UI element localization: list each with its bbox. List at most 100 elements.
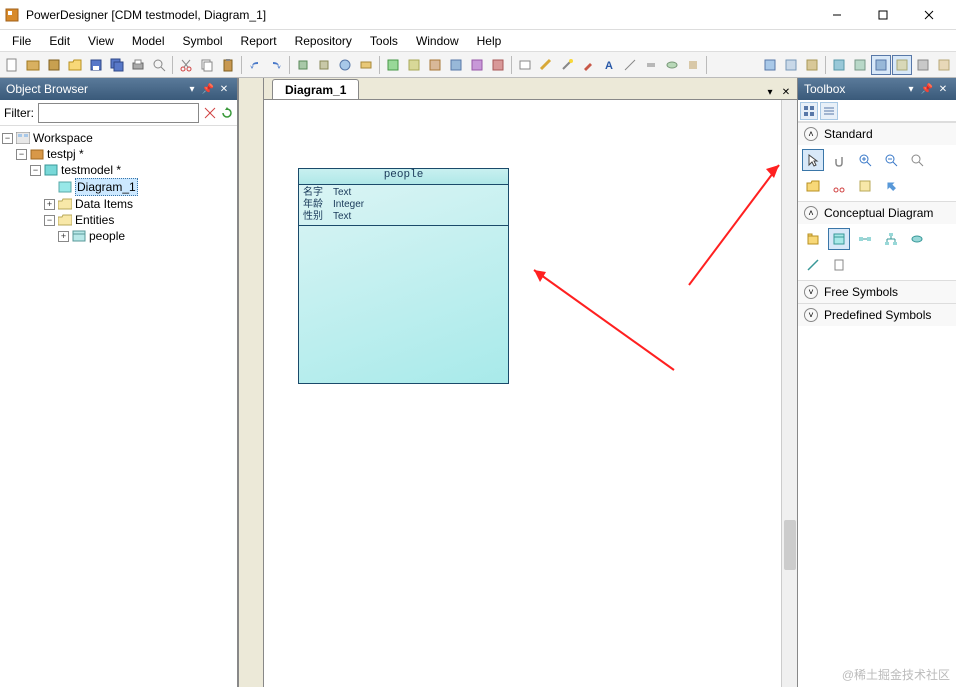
scroll-handle[interactable] (784, 520, 796, 570)
brush-icon[interactable] (578, 55, 598, 75)
zoom-fit-icon[interactable] (906, 149, 928, 171)
right9-icon[interactable] (934, 55, 954, 75)
cut-icon[interactable] (176, 55, 196, 75)
tab-close-icon[interactable]: ✕ (779, 85, 793, 99)
save-all-icon[interactable] (107, 55, 127, 75)
misc3-icon[interactable] (683, 55, 703, 75)
right7-icon[interactable] (892, 55, 912, 75)
paste-icon[interactable] (218, 55, 238, 75)
tool-icon[interactable] (293, 55, 313, 75)
group2-icon[interactable] (404, 55, 424, 75)
print-icon[interactable] (128, 55, 148, 75)
minimize-button[interactable] (814, 0, 860, 30)
toolbox-conceptual-header[interactable]: ˄ Conceptual Diagram (798, 202, 956, 224)
file-tool-icon[interactable] (828, 254, 850, 276)
clear-filter-icon[interactable] (203, 104, 216, 122)
zoom-out-icon[interactable] (880, 149, 902, 171)
right5-icon[interactable] (850, 55, 870, 75)
misc2-icon[interactable] (662, 55, 682, 75)
menu-tools[interactable]: Tools (362, 32, 406, 50)
open-icon[interactable] (65, 55, 85, 75)
group5-icon[interactable] (467, 55, 487, 75)
pin-icon[interactable]: 📌 (920, 82, 934, 96)
toolbox-predefined-header[interactable]: ˅ Predefined Symbols (798, 304, 956, 326)
tab-diagram-1[interactable]: Diagram_1 (272, 79, 359, 99)
tree-project[interactable]: − testpj * (2, 146, 235, 162)
right6-icon[interactable] (871, 55, 891, 75)
filter-input[interactable] (38, 103, 199, 123)
line-icon[interactable] (620, 55, 640, 75)
tree-model[interactable]: − testmodel * (2, 162, 235, 178)
toolbox-standard-header[interactable]: ˄ Standard (798, 123, 956, 145)
splitter-left[interactable] (238, 78, 264, 687)
maximize-button[interactable] (860, 0, 906, 30)
package-tool-icon[interactable] (802, 228, 824, 250)
menu-report[interactable]: Report (233, 32, 285, 50)
group4-icon[interactable] (446, 55, 466, 75)
close-button[interactable] (906, 0, 952, 30)
save-icon[interactable] (86, 55, 106, 75)
tree-entities[interactable]: − Entities (2, 212, 235, 228)
menu-help[interactable]: Help (469, 32, 510, 50)
pointer-tool-icon[interactable] (802, 149, 824, 171)
canvas-scrollbar[interactable] (781, 100, 797, 687)
tool2-icon[interactable] (314, 55, 334, 75)
toolbox-free-header[interactable]: ˅ Free Symbols (798, 281, 956, 303)
close-panel-icon[interactable]: ✕ (936, 82, 950, 96)
relationship-tool-icon[interactable] (854, 228, 876, 250)
grab-tool-icon[interactable] (828, 149, 850, 171)
open-file-icon[interactable] (802, 175, 824, 197)
link-tool-icon[interactable] (802, 254, 824, 276)
cut-tool-icon[interactable] (828, 175, 850, 197)
new-icon[interactable] (2, 55, 22, 75)
misc1-icon[interactable] (641, 55, 661, 75)
tool3-icon[interactable] (335, 55, 355, 75)
expand-icon[interactable] (880, 175, 902, 197)
wand-icon[interactable] (557, 55, 577, 75)
menu-edit[interactable]: Edit (41, 32, 78, 50)
zoom-in-icon[interactable] (854, 149, 876, 171)
menu-view[interactable]: View (80, 32, 122, 50)
right3-icon[interactable] (802, 55, 822, 75)
edit1-icon[interactable] (515, 55, 535, 75)
tree-diagram[interactable]: Diagram_1 (2, 178, 235, 196)
tab-menu-icon[interactable]: ▾ (763, 85, 777, 99)
association-tool-icon[interactable] (906, 228, 928, 250)
diagram-canvas[interactable]: people 名字Text 年龄Integer 性别Text (264, 100, 797, 687)
dropdown-icon[interactable]: ▾ (904, 82, 918, 96)
menu-symbol[interactable]: Symbol (175, 32, 231, 50)
group3-icon[interactable] (425, 55, 445, 75)
pin-icon[interactable]: 📌 (201, 82, 215, 96)
properties-icon[interactable] (854, 175, 876, 197)
inheritance-tool-icon[interactable] (880, 228, 902, 250)
undo-icon[interactable] (245, 55, 265, 75)
menu-repository[interactable]: Repository (287, 32, 360, 50)
copy-icon[interactable] (197, 55, 217, 75)
group6-icon[interactable] (488, 55, 508, 75)
entity-people-box[interactable]: people 名字Text 年龄Integer 性别Text (298, 168, 509, 384)
tool4-icon[interactable] (356, 55, 376, 75)
menu-model[interactable]: Model (124, 32, 173, 50)
right4-icon[interactable] (829, 55, 849, 75)
tree-data-items[interactable]: + Data Items (2, 196, 235, 212)
edit2-icon[interactable] (536, 55, 556, 75)
entity-tool-icon[interactable] (828, 228, 850, 250)
new-model-icon[interactable] (44, 55, 64, 75)
dropdown-icon[interactable]: ▾ (185, 82, 199, 96)
view-list-icon[interactable] (820, 102, 838, 120)
new-project-icon[interactable] (23, 55, 43, 75)
redo-icon[interactable] (266, 55, 286, 75)
view-large-icon[interactable] (800, 102, 818, 120)
tree-workspace[interactable]: − Workspace (2, 130, 235, 146)
text-icon[interactable]: A (599, 55, 619, 75)
close-panel-icon[interactable]: ✕ (217, 82, 231, 96)
tree-entity-people[interactable]: + people (2, 228, 235, 244)
refresh-icon[interactable] (220, 104, 233, 122)
menu-window[interactable]: Window (408, 32, 467, 50)
find-icon[interactable] (149, 55, 169, 75)
right8-icon[interactable] (913, 55, 933, 75)
right1-icon[interactable] (760, 55, 780, 75)
group1-icon[interactable] (383, 55, 403, 75)
menu-file[interactable]: File (4, 32, 39, 50)
right2-icon[interactable] (781, 55, 801, 75)
